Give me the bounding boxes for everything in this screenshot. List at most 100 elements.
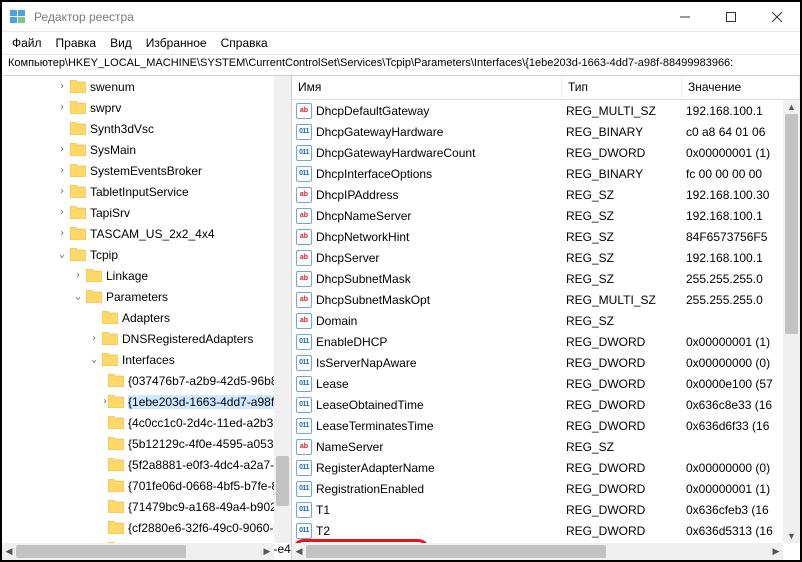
value-type: REG_DWORD: [566, 335, 686, 349]
expand-icon[interactable]: ›: [54, 228, 70, 239]
value-row[interactable]: 011T2REG_DWORD0x636d5313 (16: [292, 520, 800, 541]
value-row[interactable]: abDhcpServerREG_SZ192.168.100.1: [292, 247, 800, 268]
titlebar: Редактор реестра: [2, 2, 800, 32]
tree-item[interactable]: ⌄Tcpip: [2, 244, 291, 265]
tree-item[interactable]: ·{037476b7-a2b9-42d5-96b8-6c2a: [2, 370, 291, 391]
value-type: REG_DWORD: [566, 461, 686, 475]
value-name: RegisterAdapterName: [316, 461, 566, 475]
tree-item[interactable]: ›DNSRegisteredAdapters: [2, 328, 291, 349]
value-row[interactable]: 011IsServerNapAwareREG_DWORD0x00000000 (…: [292, 352, 800, 373]
tree-item[interactable]: ·{5f2a8881-e0f3-4dc4-a2a7-d03df: [2, 454, 291, 475]
expand-icon[interactable]: ›: [54, 102, 70, 113]
value-name: T2: [316, 524, 566, 538]
value-row[interactable]: 011RegisterAdapterNameREG_DWORD0x0000000…: [292, 457, 800, 478]
menu-edit[interactable]: Правка: [56, 36, 97, 50]
value-row[interactable]: 011LeaseREG_DWORD0x0000e100 (57: [292, 373, 800, 394]
value-row[interactable]: abDhcpIPAddressREG_SZ192.168.100.30: [292, 184, 800, 205]
string-value-icon: ab: [296, 208, 312, 224]
expand-icon[interactable]: ›: [86, 333, 102, 344]
value-row[interactable]: abNameServerREG_SZ: [292, 436, 800, 457]
tree-item[interactable]: ·Synth3dVsc: [2, 118, 291, 139]
tree-item[interactable]: ›TASCAM_US_2x2_4x4: [2, 223, 291, 244]
value-row[interactable]: 011DhcpInterfaceOptionsREG_BINARYfc 00 0…: [292, 163, 800, 184]
scroll-left-icon[interactable]: ◀: [2, 543, 16, 560]
folder-icon: [70, 227, 86, 240]
folder-icon: [108, 437, 124, 450]
tree-item[interactable]: › swprv: [2, 97, 291, 118]
collapse-icon[interactable]: ⌄: [54, 249, 70, 260]
binary-value-icon: 011: [296, 376, 312, 392]
menu-file[interactable]: Файл: [12, 36, 42, 50]
value-row[interactable]: abDhcpNetworkHintREG_SZ84F6573756F5: [292, 226, 800, 247]
menu-view[interactable]: Вид: [110, 36, 132, 50]
close-button[interactable]: [754, 3, 800, 31]
value-row[interactable]: abDhcpSubnetMaskREG_SZ255.255.255.0: [292, 268, 800, 289]
tree-item[interactable]: ·{4c0cc1c0-2d4c-11ed-a2b3-806e: [2, 412, 291, 433]
value-type: REG_DWORD: [566, 377, 686, 391]
scroll-left-icon[interactable]: ◀: [292, 543, 306, 560]
list-scrollbar-horizontal[interactable]: ◀ ▶: [292, 543, 783, 560]
collapse-icon[interactable]: ⌄: [70, 291, 86, 302]
scroll-down-icon[interactable]: ▼: [783, 529, 800, 543]
list-scrollbar-vertical[interactable]: ▲ ▼: [783, 100, 800, 543]
folder-icon: [108, 479, 124, 492]
folder-icon: [70, 80, 86, 93]
scroll-right-icon[interactable]: ▶: [260, 543, 274, 560]
tree-item[interactable]: ·{cf2880e6-32f6-49c0-9060-fb9a4: [2, 517, 291, 538]
value-row[interactable]: abDhcpNameServerREG_SZ192.168.100.1: [292, 205, 800, 226]
expand-icon[interactable]: ›: [54, 144, 70, 155]
tree-item[interactable]: ›TabletInputService: [2, 181, 291, 202]
tree-item[interactable]: ›SysMain: [2, 139, 291, 160]
tree-item-label: swprv: [90, 101, 121, 115]
folder-icon: [70, 248, 86, 261]
value-row[interactable]: 011LeaseObtainedTimeREG_DWORD0x636c8e33 …: [292, 394, 800, 415]
expand-icon[interactable]: ›: [70, 270, 86, 281]
value-name: LeaseTerminatesTime: [316, 419, 566, 433]
value-row[interactable]: abDomainREG_SZ: [292, 310, 800, 331]
tree-item[interactable]: ›{1ebe203d-1663-4dd7-a98f-8849: [2, 391, 291, 412]
value-name: DhcpGatewayHardwareCount: [316, 146, 566, 160]
tree-item[interactable]: ⌄Interfaces: [2, 349, 291, 370]
menu-help[interactable]: Справка: [221, 36, 268, 50]
tree-item[interactable]: ·{701fe06d-0668-4bf5-b7fe-800a: [2, 475, 291, 496]
value-row[interactable]: 011T1REG_DWORD0x636cfeb3 (16: [292, 499, 800, 520]
value-row[interactable]: 011RegistrationEnabledREG_DWORD0x0000000…: [292, 478, 800, 499]
tree-item[interactable]: ·{5b12129c-4f0e-4595-a053-eef27: [2, 433, 291, 454]
tree-item[interactable]: ›SystemEventsBroker: [2, 160, 291, 181]
scroll-right-icon[interactable]: ▶: [769, 543, 783, 560]
tree-item[interactable]: ⌄Parameters: [2, 286, 291, 307]
value-row[interactable]: 011DhcpGatewayHardwareCountREG_DWORD0x00…: [292, 142, 800, 163]
window-title: Редактор реестра: [32, 10, 662, 24]
col-type[interactable]: Тип: [562, 76, 682, 99]
value-row[interactable]: abDhcpSubnetMaskOptREG_MULTI_SZ255.255.2…: [292, 289, 800, 310]
tree-item-label: Synth3dVsc: [90, 122, 154, 136]
expand-icon[interactable]: ›: [54, 186, 70, 197]
expand-icon[interactable]: ›: [54, 81, 70, 92]
folder-icon: [86, 269, 102, 282]
tree-item-label: {cf2880e6-32f6-49c0-9060-fb9a4: [128, 521, 291, 535]
tree-item-label: Linkage: [106, 269, 148, 283]
expand-icon[interactable]: ›: [54, 165, 70, 176]
value-row[interactable]: 011EnableDHCPREG_DWORD0x00000001 (1): [292, 331, 800, 352]
scroll-up-icon[interactable]: ▲: [783, 100, 800, 114]
tree-scrollbar-horizontal[interactable]: ◀ ▶: [2, 543, 274, 560]
tree-item[interactable]: ›swenum: [2, 76, 291, 97]
value-row[interactable]: abDhcpDefaultGatewayREG_MULTI_SZ192.168.…: [292, 100, 800, 121]
menu-favorites[interactable]: Избранное: [146, 36, 207, 50]
tree-item[interactable]: ·{71479bc9-a168-49a4-b902-c952: [2, 496, 291, 517]
value-row[interactable]: 011DhcpGatewayHardwareREG_BINARYc0 a8 64…: [292, 121, 800, 142]
value-row[interactable]: 011LeaseTerminatesTimeREG_DWORD0x636d6f3…: [292, 415, 800, 436]
tree-item[interactable]: ·Adapters: [2, 307, 291, 328]
value-name: DhcpSubnetMaskOpt: [316, 293, 566, 307]
maximize-button[interactable]: [708, 3, 754, 31]
col-name[interactable]: Имя: [292, 76, 562, 99]
tree-item[interactable]: › Linkage: [2, 265, 291, 286]
value-name: NameServer: [316, 440, 566, 454]
minimize-button[interactable]: [662, 3, 708, 31]
address-bar[interactable]: Компьютер\HKEY_LOCAL_MACHINE\SYSTEM\Curr…: [2, 54, 800, 76]
collapse-icon[interactable]: ⌄: [86, 354, 102, 365]
col-value[interactable]: Значение: [682, 76, 800, 99]
tree-scrollbar-vertical[interactable]: [274, 76, 291, 543]
tree-item[interactable]: ›TapiSrv: [2, 202, 291, 223]
expand-icon[interactable]: ›: [54, 207, 70, 218]
